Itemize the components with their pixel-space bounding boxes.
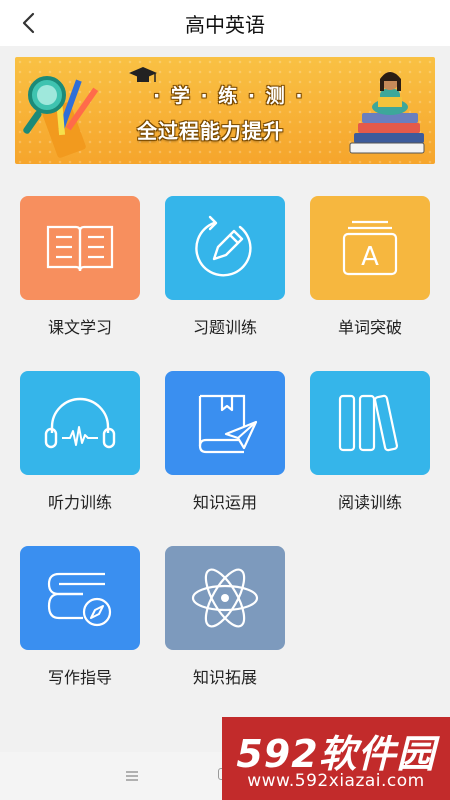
tile-reading[interactable] [310,371,430,475]
tile-label-knowledge-application: 知识运用 [192,493,257,512]
compass-doc-icon [47,572,112,627]
tile-label-reading: 阅读训练 [337,493,402,512]
promo-banner[interactable]: · 学 · 练 · 测 · 全过程能力提升 [15,57,435,164]
open-book-icon [46,225,114,272]
watermark-url: www.592xiazai.com [247,771,425,791]
page-title: 高中英语 [185,12,265,37]
pencil-circle-icon [195,215,252,277]
atom-icon [191,568,259,628]
back-button[interactable] [14,8,44,38]
tile-label-writing-guide: 写作指导 [47,668,112,687]
tile-label-exercise-training: 习题训练 [192,318,257,337]
banner-headline: · 学 · 练 · 测 · [153,85,305,107]
tile-label-knowledge-expansion: 知识拓展 [192,668,257,687]
site-watermark: 592软件园 www.592xiazai.com [222,717,450,800]
book-plane-icon [198,394,258,454]
svg-text:A: A [361,242,379,272]
magnifier-pencils-illustration [23,76,99,158]
watermark-logo-text: 592软件园 [236,732,436,776]
tile-vocabulary[interactable]: A [310,196,430,300]
tile-label-text-study: 课文学习 [47,318,112,337]
tile-label-listening: 听力训练 [47,493,112,512]
tile-exercise-training[interactable] [165,196,285,300]
tile-text-study[interactable] [20,196,140,300]
tile-knowledge-application[interactable] [165,371,285,475]
tile-label-vocabulary: 单词突破 [337,318,402,337]
tile-writing-guide[interactable] [20,546,140,650]
headphones-icon [44,397,116,449]
banner-subheadline: 全过程能力提升 [137,119,284,143]
chevron-left-icon [22,12,35,34]
bookshelf-icon [338,394,399,452]
hamburger-icon[interactable] [125,770,139,782]
student-reading-illustration [349,72,425,154]
letter-card-icon: A [342,220,398,276]
tile-knowledge-expansion[interactable] [165,546,285,650]
header-bar: 高中英语 [0,0,450,46]
tile-listening[interactable] [20,371,140,475]
